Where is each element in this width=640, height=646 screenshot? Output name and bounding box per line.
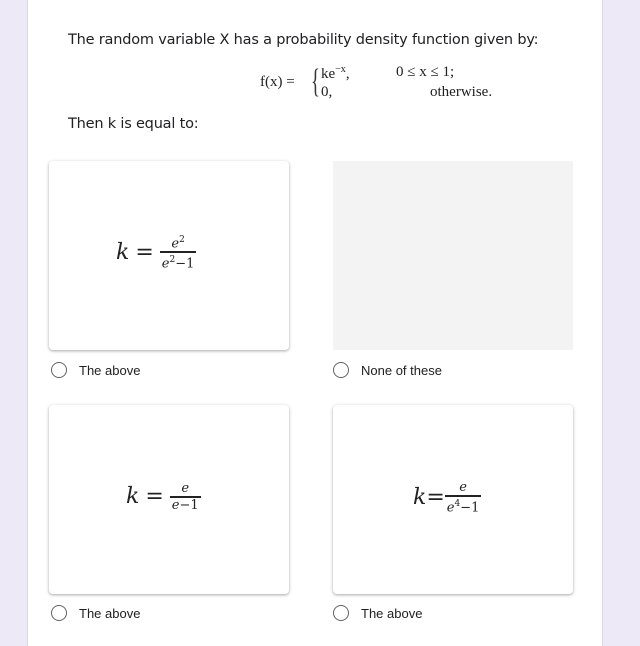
math-k: k [413,484,427,510]
fraction-denominator: e4−1 [446,498,480,515]
option-1-radio[interactable]: The above [51,362,140,378]
formula-case1-cond: 0 ≤ x ≤ 1; [396,64,455,80]
formula-lhs: f(x) = [260,74,295,90]
option-3-image: k = e e−1 [49,405,289,594]
option-1-label: The above [79,362,141,378]
question-text: The random variable X has a probability … [68,32,539,48]
fraction-numerator: e [459,480,467,495]
math-equals: = [426,484,445,510]
option-4-image: k = e e4−1 [333,405,573,594]
option-1-image: k = e2 e2−1 [49,161,289,350]
case1-exponent: −x [335,64,346,75]
math-equals: = [135,239,154,265]
math-k: k [116,239,130,265]
radio-circle-icon[interactable] [333,605,349,621]
fraction-numerator: e2 [171,235,185,252]
radio-circle-icon[interactable] [333,362,349,378]
math-equals: = [145,484,164,510]
fraction-numerator: e [181,481,190,496]
fraction-denominator: e2−1 [161,254,195,272]
radio-circle-icon[interactable] [51,605,67,621]
formula-case2-expr: 0, [321,84,333,100]
case1-base: ke [321,66,336,82]
option-2-label: None of these [361,362,442,378]
question-card: The random variable X has a probability … [27,0,603,646]
option-3-math: k = e e−1 [126,481,201,513]
formula-case1-expr: ke−x, [321,64,350,83]
fraction-denominator: e−1 [171,497,199,513]
option-2-image [333,161,573,350]
math-fraction: e e−1 [169,481,201,513]
math-fraction: e2 e2−1 [159,233,197,272]
formula-brace: { [311,63,320,100]
math-k: k [126,484,140,510]
option-4-label: The above [361,605,423,621]
option-3-radio[interactable]: The above [51,605,140,621]
case1-tail: , [345,66,350,82]
option-2-radio[interactable]: None of these [333,362,442,378]
question-prompt: Then k is equal to: [68,116,199,132]
math-fraction: e e4−1 [444,480,482,515]
option-4-radio[interactable]: The above [333,605,422,621]
option-1-math: k = e2 e2−1 [116,233,197,272]
radio-circle-icon[interactable] [51,362,67,378]
formula-case2-cond: otherwise. [430,84,493,100]
option-4-math: k = e e4−1 [413,480,482,515]
option-3-label: The above [79,605,141,621]
pdf-formula: f(x) = { ke−x, 0 ≤ x ≤ 1; 0, otherwise. [260,62,520,106]
